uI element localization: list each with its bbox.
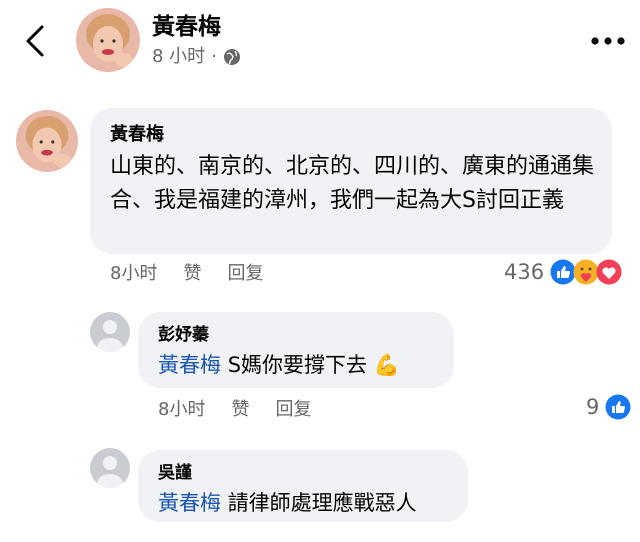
comment-avatar[interactable]: [16, 110, 78, 172]
reply-time: 8小时: [158, 399, 206, 420]
mention-link[interactable]: 黃春梅: [158, 491, 221, 515]
like-button[interactable]: 赞: [231, 399, 249, 421]
post-time: 8 小时: [152, 46, 206, 67]
back-arrow-icon[interactable]: [24, 24, 46, 58]
reply-avatar[interactable]: [90, 448, 130, 488]
love-icon: [596, 259, 622, 285]
comment-actions: 8小时 赞 回复: [110, 263, 263, 285]
page-title[interactable]: 黃春梅: [152, 12, 221, 42]
reply-message: 請律師處理應戰惡人: [227, 491, 417, 515]
post-meta: 8 小时 ·: [152, 46, 241, 68]
globe-icon: [223, 49, 240, 65]
reply-author[interactable]: 吳謹: [158, 462, 192, 484]
comment-time: 8小时: [110, 263, 158, 284]
reply-text: 黃春梅 S媽你要撐下去 💪: [158, 350, 400, 380]
reply-reaction-summary[interactable]: 9: [586, 394, 631, 420]
reply-bubble: 彭妤蓁 黃春梅 S媽你要撐下去 💪: [138, 312, 454, 388]
comment-bubble: 黃春梅 山東的、南京的、北京的、四川的、廣東的通通集合、我是福建的漳州，我們一起…: [90, 108, 612, 254]
meta-separator: ·: [211, 46, 217, 67]
reaction-count: 436: [504, 260, 545, 284]
reply-actions: 8小时 赞 回复: [158, 399, 311, 421]
comment-text: 山東的、南京的、北京的、四川的、廣東的通通集合、我是福建的漳州，我們一起為大S討…: [110, 154, 595, 213]
more-options-icon[interactable]: [590, 36, 626, 46]
mention-link[interactable]: 黃春梅: [158, 353, 221, 377]
reply-button[interactable]: 回复: [227, 263, 263, 285]
reply-author[interactable]: 彭妤蓁: [158, 324, 209, 346]
reaction-summary[interactable]: 436: [504, 259, 622, 285]
reply-avatar[interactable]: [90, 312, 130, 352]
profile-avatar[interactable]: [76, 8, 140, 72]
reply-text: 黃春梅 請律師處理應戰惡人: [158, 488, 417, 518]
flexed-biceps-emoji: 💪: [373, 353, 400, 377]
like-icon: [605, 394, 631, 420]
like-button[interactable]: 赞: [183, 263, 201, 285]
reaction-count: 9: [586, 395, 600, 419]
reply-message: S媽你要撐下去: [227, 353, 368, 377]
comment-author[interactable]: 黃春梅: [110, 124, 164, 146]
reply-bubble: 吳謹 黃春梅 請律師處理應戰惡人: [138, 450, 468, 522]
reply-button[interactable]: 回复: [275, 399, 311, 421]
